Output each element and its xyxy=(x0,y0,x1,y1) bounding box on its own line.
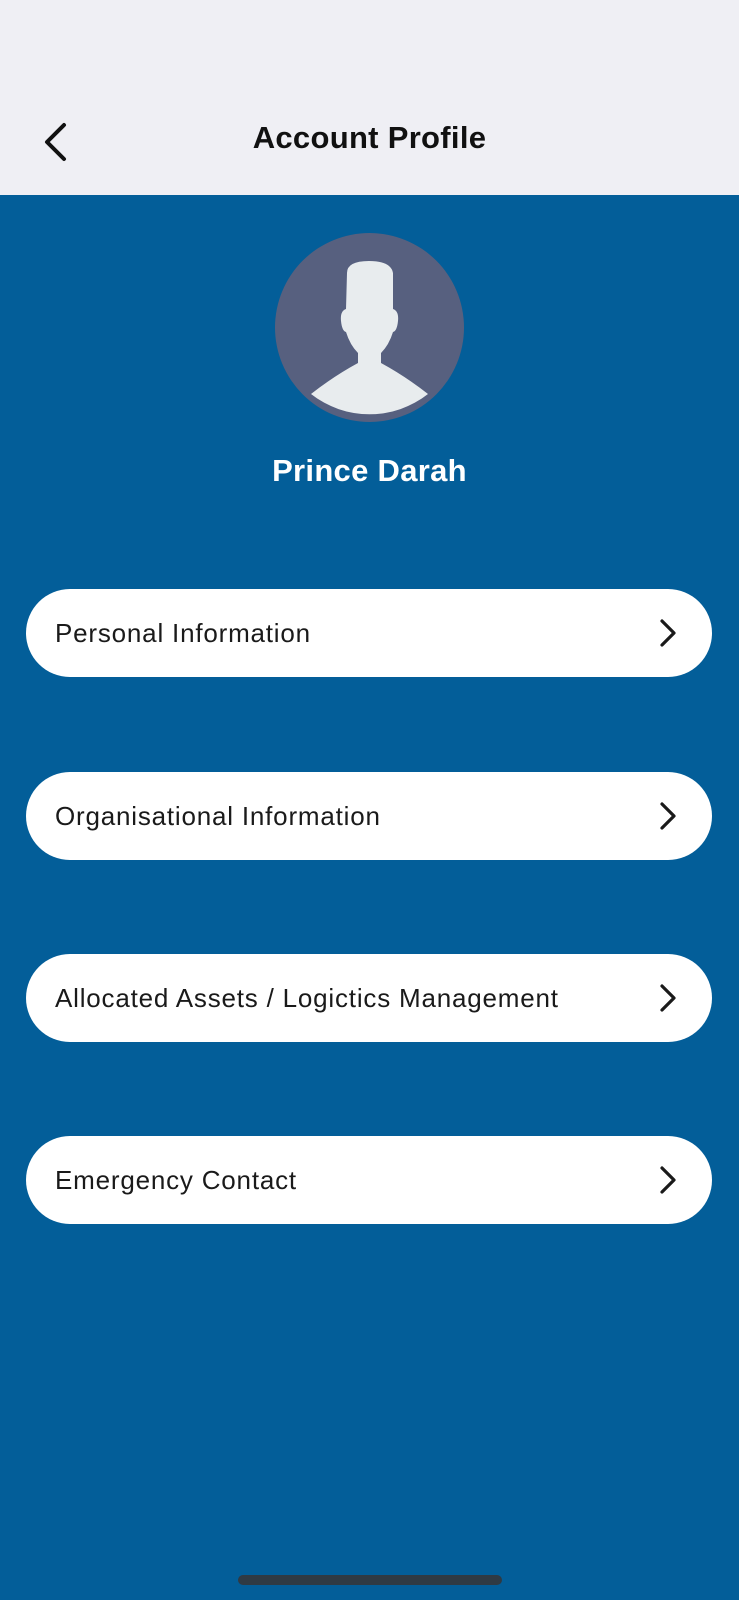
allocated-assets-button[interactable]: Allocated Assets / Logictics Management xyxy=(26,954,712,1042)
menu-item-label: Emergency Contact xyxy=(55,1164,297,1195)
user-name: Prince Darah xyxy=(272,453,467,488)
chevron-right-icon xyxy=(654,1164,682,1196)
menu-item-label: Allocated Assets / Logictics Management xyxy=(55,982,559,1013)
menu-item-label: Personal Information xyxy=(55,617,311,648)
personal-information-button[interactable]: Personal Information xyxy=(26,589,712,677)
chevron-right-icon xyxy=(654,617,682,649)
top-navigation-bar: Account Profile xyxy=(0,0,739,195)
avatar[interactable] xyxy=(275,233,464,422)
chevron-right-icon xyxy=(654,982,682,1014)
menu-item-label: Organisational Information xyxy=(55,800,381,831)
emergency-contact-button[interactable]: Emergency Contact xyxy=(26,1136,712,1224)
page-title: Account Profile xyxy=(252,120,487,155)
person-silhouette-icon xyxy=(311,261,428,415)
organisational-information-button[interactable]: Organisational Information xyxy=(26,772,712,860)
home-indicator[interactable] xyxy=(238,1575,502,1585)
profile-content: Prince Darah Personal Information Organi… xyxy=(0,195,739,1600)
chevron-right-icon xyxy=(654,800,682,832)
